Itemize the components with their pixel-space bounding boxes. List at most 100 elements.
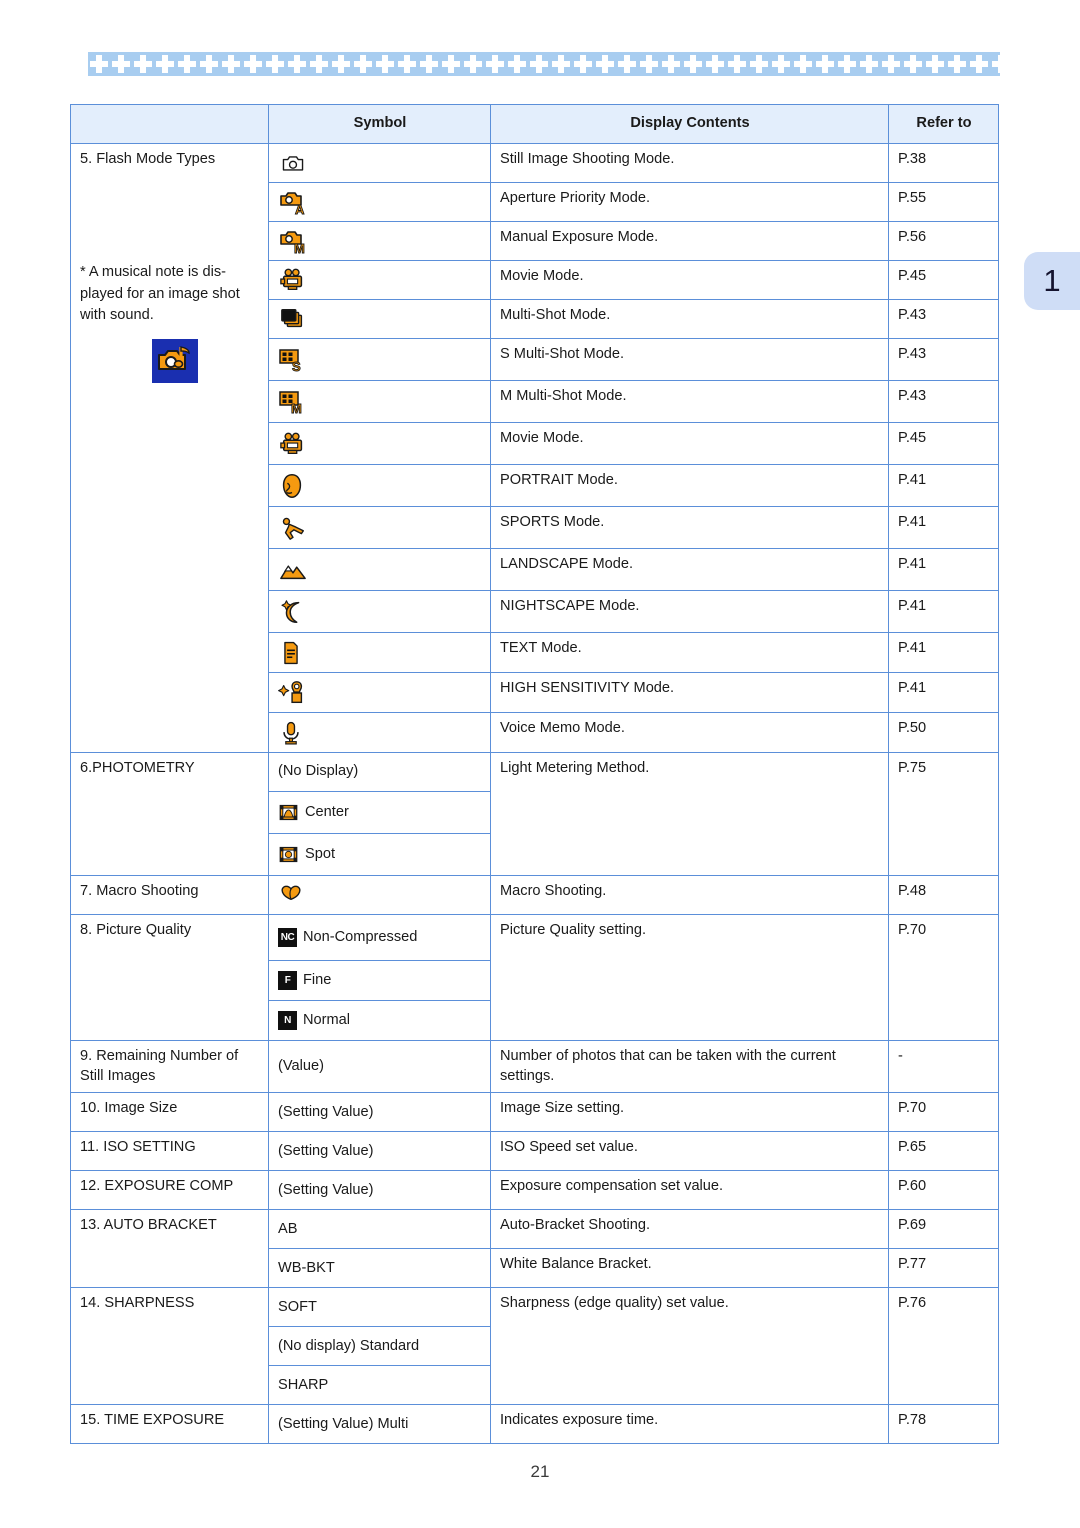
refer-to-cell: P.69	[888, 1209, 999, 1250]
page-chapter-tab-label: 1	[1043, 263, 1061, 298]
quality-nc-badge: NC	[278, 928, 297, 947]
table-row: 11. ISO SETTING (Setting Value) ISO Speed …	[70, 1131, 999, 1172]
band-flower-motif	[946, 53, 968, 75]
display-contents-cell: White Balance Bracket.	[490, 1248, 889, 1289]
display-contents-cell: Voice Memo Mode.	[490, 712, 889, 753]
display-contents-cell: S Multi-Shot Mode.	[490, 338, 889, 381]
category-cell: 14. SHARPNESS	[70, 1287, 269, 1406]
symbol-text: (Setting Value)	[278, 1181, 374, 1198]
display-contents-cell: Manual Exposure Mode.	[490, 221, 889, 261]
svg-text:A: A	[295, 202, 305, 217]
high-sensitivity-icon	[278, 679, 308, 707]
display-contents-cell: Indicates exposure time.	[490, 1404, 889, 1445]
display-symbols-table: Symbol Display Contents Refer to 5. Flas…	[70, 104, 999, 1445]
symbol-text: Spot	[305, 845, 336, 862]
display-contents-cell: Light Metering Method.	[490, 752, 889, 876]
category-cell: 8. Picture Quality	[70, 914, 269, 1041]
refer-to-cell: P.43	[888, 338, 999, 381]
symbol-cell	[268, 875, 491, 915]
refer-to-cell: P.70	[888, 1092, 999, 1133]
svg-text:M: M	[294, 241, 305, 256]
category-cell: 10. Image Size	[70, 1092, 269, 1133]
symbol-text: Normal	[303, 1011, 351, 1028]
category-label: 8. Picture Quality	[80, 922, 192, 938]
band-flower-motif	[594, 53, 616, 75]
band-flower-motif	[968, 53, 990, 75]
table-row: 13. AUTO BRACKET AB Auto-Bracket Shooting.…	[70, 1209, 999, 1289]
refer-to-cell: P.41	[888, 672, 999, 713]
band-flower-motif	[682, 53, 704, 75]
svg-text:M: M	[291, 401, 302, 416]
metering-spot-icon	[278, 845, 299, 864]
column-header-symbol: Symbol	[268, 104, 491, 144]
display-contents-cell: SPORTS Mode.	[490, 506, 889, 549]
display-contents-cell: Picture Quality setting.	[490, 914, 889, 1041]
band-flower-motif	[572, 53, 594, 75]
symbol-cell: WB-BKT	[268, 1248, 491, 1289]
display-contents-cell: NIGHTSCAPE Mode.	[490, 590, 889, 633]
column-header-refer-to: Refer to	[888, 104, 999, 144]
symbol-cell: (Setting Value)	[268, 1170, 491, 1211]
symbol-cell: (No Display)	[268, 752, 491, 792]
refer-to-cell: P.45	[888, 422, 999, 465]
column-header-display-contents: Display Contents	[490, 104, 889, 144]
symbol-cell	[268, 632, 491, 673]
category-label: 9. Remaining Number of Still Images	[80, 1048, 239, 1084]
landscape-mountains-icon	[278, 556, 308, 584]
symbol-cell	[268, 260, 491, 300]
symbol-cell: A	[268, 182, 491, 222]
symbol-cell: SOFT	[268, 1287, 491, 1328]
display-contents-cell: PORTRAIT Mode.	[490, 464, 889, 507]
band-flower-motif	[132, 53, 154, 75]
refer-to-cell: P.70	[888, 914, 999, 1041]
display-contents-cell: Image Size setting.	[490, 1092, 889, 1133]
band-flower-motif	[660, 53, 682, 75]
quality-f-badge: F	[278, 971, 297, 990]
display-contents-cell: Movie Mode.	[490, 422, 889, 465]
sports-runner-icon	[278, 514, 308, 542]
band-flower-motif	[990, 53, 1000, 75]
symbol-text: Fine	[303, 971, 332, 988]
band-flower-motif	[264, 53, 286, 75]
table-row: 6.PHOTOMETRY (No Display) Light Metering M…	[70, 752, 999, 876]
refer-to-cell: P.50	[888, 712, 999, 753]
quality-n-badge: N	[278, 1011, 297, 1030]
display-contents-cell: TEXT Mode.	[490, 632, 889, 673]
display-contents-cell: Multi-Shot Mode.	[490, 299, 889, 339]
stacked-frames-icon	[278, 305, 308, 333]
band-flower-motif	[814, 53, 836, 75]
symbol-text: SOFT	[278, 1298, 317, 1315]
band-flower-motif	[396, 53, 418, 75]
symbol-text: (Value)	[278, 1057, 324, 1074]
symbol-cell	[268, 299, 491, 339]
portrait-face-icon	[278, 472, 306, 500]
symbol-cell: NC Non-Compressed	[268, 914, 491, 961]
refer-to-cell: P.41	[888, 506, 999, 549]
table-row: 15. TIME EXPOSURE (Setting Value) Multi In…	[70, 1404, 999, 1445]
symbol-cell: F Fine	[268, 960, 491, 1001]
symbol-cell	[268, 712, 491, 753]
band-flower-motif	[374, 53, 396, 75]
band-flower-motif	[88, 53, 110, 75]
band-flower-motif	[198, 53, 220, 75]
display-contents-cell: Still Image Shooting Mode.	[490, 143, 889, 183]
category-cell: 12. EXPOSURE COMP	[70, 1170, 269, 1211]
band-flower-motif	[440, 53, 462, 75]
band-flower-motif	[902, 53, 924, 75]
band-motif-row	[88, 52, 1000, 76]
symbol-cell	[268, 548, 491, 591]
band-flower-motif	[616, 53, 638, 75]
symbol-cell: N Normal	[268, 1000, 491, 1041]
text-document-icon	[278, 639, 304, 667]
band-flower-motif	[110, 53, 132, 75]
band-flower-motif	[286, 53, 308, 75]
symbol-text: (No display) Standard	[278, 1337, 420, 1354]
band-flower-motif	[792, 53, 814, 75]
refer-to-cell: -	[888, 1039, 999, 1094]
table-row: 5. Flash Mode Types * A musical note is d…	[70, 143, 999, 753]
refer-to-cell: P.77	[888, 1248, 999, 1289]
category-label: 15. TIME EXPOSURE	[80, 1412, 225, 1429]
page-chapter-tab: 1	[1024, 252, 1080, 310]
category-label: 11. ISO SETTING	[80, 1139, 196, 1156]
band-flower-motif	[924, 53, 946, 75]
